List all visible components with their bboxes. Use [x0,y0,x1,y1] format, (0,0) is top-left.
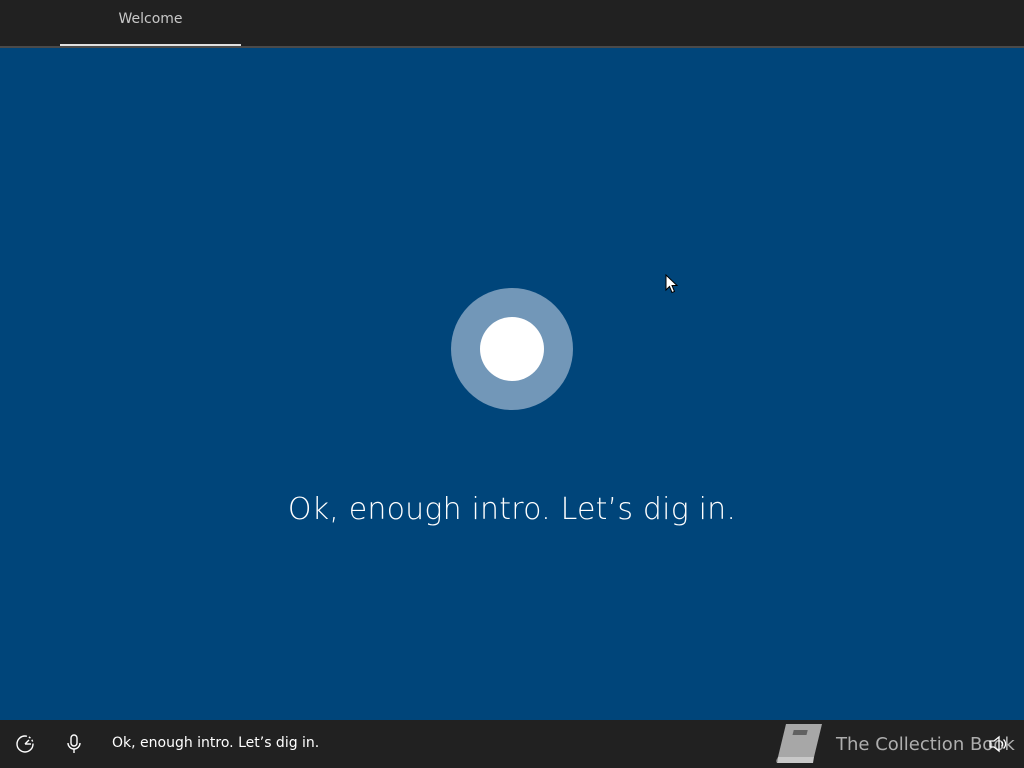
intro-message: Ok, enough intro. Let’s dig in. [287,492,737,527]
cortana-orb [451,288,573,410]
accessibility-icon [16,735,34,753]
microphone-icon [67,734,81,753]
watermark: The Collection Book [772,720,1015,768]
mouse-pointer-icon [665,274,679,294]
bottom-bar: Ok, enough intro. Let’s dig in. The Coll… [0,720,1024,768]
volume-button[interactable] [986,732,1010,756]
cortana-orb-core [480,317,544,381]
book-logo-icon [776,724,822,763]
tab-welcome[interactable]: Welcome [60,0,241,46]
volume-icon [989,735,1007,753]
top-bar: Welcome [0,0,1024,48]
main-stage: Ok, enough intro. Let’s dig in. [0,48,1024,720]
tab-welcome-label: Welcome [118,11,183,27]
microphone-button[interactable] [62,732,86,756]
caption-text: Ok, enough intro. Let’s dig in. [112,735,320,751]
accessibility-button[interactable] [13,732,37,756]
